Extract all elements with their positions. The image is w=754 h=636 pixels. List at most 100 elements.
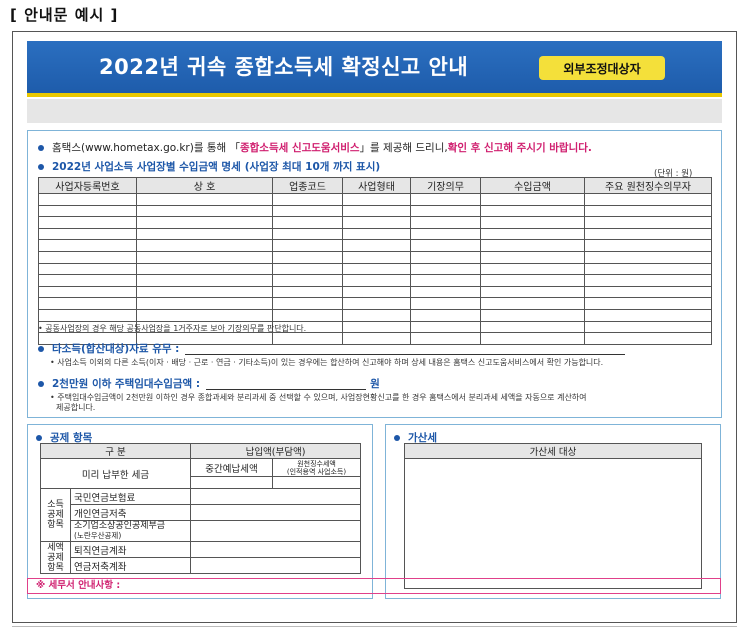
table-cell (272, 250, 343, 264)
table-cell (342, 320, 411, 334)
table-cell (410, 297, 481, 310)
table-row (38, 285, 712, 299)
table-cell (410, 193, 481, 206)
notice-line: 홈택스(www.hometax.go.kr)를 통해 「 종합소득세 신고도움서… (38, 140, 592, 155)
table-cell (342, 227, 411, 241)
table-row (38, 262, 712, 276)
table-cell (342, 285, 411, 299)
table-cell (584, 216, 712, 229)
table-cell (136, 227, 273, 241)
table-cell (480, 193, 585, 206)
table-cell (410, 216, 481, 229)
bullet-icon (38, 144, 44, 151)
withholding-header-sub: (인적용역 사업소득) (286, 467, 347, 476)
tax-item-pension-savings-value (189, 557, 362, 574)
other-income-field (185, 343, 626, 355)
table-cell (272, 227, 343, 241)
table-cell (342, 250, 411, 264)
table-cell (272, 239, 343, 252)
table-cell (136, 239, 273, 252)
column-header: 사업형태 (342, 177, 411, 194)
deduction-category-header: 구 분 (40, 443, 191, 459)
tax-credit-group: 세액 공제 항목 (40, 541, 71, 574)
business-section-heading: 2022년 사업소득 사업장별 수입금액 명세 (사업장 최대 10개 까지 표… (38, 159, 380, 174)
table-cell (38, 204, 137, 218)
tax-item-pension-savings: 연금저축계좌 (70, 557, 191, 574)
withholding-header-text: 원천징수세액 (297, 459, 336, 468)
table-cell (136, 285, 273, 299)
income-item-small-business: 소기업소상공인공제부금 (노란우산공제) (70, 520, 191, 542)
interim-prepayment-header: 중간예납세액 (190, 458, 273, 477)
table-cell (342, 216, 411, 229)
withholding-header: 원천징수세액 (인적용역 사업소득) (271, 458, 362, 477)
column-header: 사업자등록번호 (38, 177, 137, 194)
deduction-box: 공제 항목 구 분 납입액(부담액) 미리 납부한 세금 중간예납세액 원천징수… (27, 424, 373, 599)
income-item-small-business-value (189, 520, 362, 542)
table-cell (410, 262, 481, 276)
rental-income-field (206, 378, 367, 390)
table-cell (584, 297, 712, 310)
other-income-line: 타소득(합산대상)자료 유무 : (38, 341, 626, 356)
table-cell (342, 193, 411, 206)
bullet-icon (38, 163, 44, 170)
table-cell (410, 227, 481, 241)
other-income-label: 타소득(합산대상)자료 유무 : (52, 343, 180, 355)
business-income-table: 사업자등록번호 상 호 업종코드 사업형태 기장의무 수입금액 주요 원천징수의무자 (38, 177, 712, 345)
penalty-table: 가산세 대상 (404, 443, 702, 589)
table-cell (410, 274, 481, 287)
table-cell (584, 204, 712, 218)
table-header-row: 사업자등록번호 상 호 업종코드 사업형태 기장의무 수입금액 주요 원천징수의무자 (38, 177, 712, 194)
rental-income-note: • 주택임대수입금액이 2천만원 이하인 경우 종합과세와 분리과세 중 선택할… (50, 393, 587, 402)
column-header: 상 호 (136, 177, 273, 194)
table-cell (480, 297, 585, 310)
table-row (38, 193, 712, 206)
taxpayer-info-bar (27, 99, 722, 123)
table-cell (38, 239, 137, 252)
table-cell (584, 320, 712, 334)
table-cell (342, 204, 411, 218)
rental-income-note-cont: 제공합니다. (56, 403, 96, 412)
table-cell (584, 239, 712, 252)
business-section-title: 2022년 사업소득 사업장별 수입금액 명세 (52, 161, 241, 173)
income-details-box: 홈택스(www.hometax.go.kr)를 통해 「 종합소득세 신고도움서… (27, 130, 722, 418)
table-cell (480, 227, 585, 241)
tax-office-notice-bar: ※ 세무서 안내사항 : (27, 578, 721, 594)
income-item-pension-value (189, 488, 362, 505)
header-band: 2022년 귀속 종합소득세 확정신고 안내 외부조정대상자 (27, 41, 722, 97)
income-item-personal-pension: 개인연금저축 (70, 504, 191, 521)
bullet-icon (38, 380, 44, 387)
bullet-icon (36, 434, 42, 441)
withholding-value (271, 476, 362, 489)
deduction-paid-header: 납입액(부담액) (189, 443, 362, 459)
interim-prepayment-value (190, 476, 273, 489)
bullet-icon (38, 345, 44, 352)
table-cell (342, 262, 411, 276)
table-cell (480, 320, 585, 334)
income-item-small-business-sub: (노란우산공제) (74, 531, 122, 540)
rental-income-unit: 원 (370, 378, 380, 390)
table-cell (136, 204, 273, 218)
table-cell (480, 274, 585, 287)
table-cell (584, 193, 712, 206)
deduction-table: 구 분 납입액(부담액) 미리 납부한 세금 중간예납세액 원천징수세액 (인적… (40, 443, 362, 574)
table-cell (272, 193, 343, 206)
tax-notice-sheet: 2022년 귀속 종합소득세 확정신고 안내 외부조정대상자 홈택스(www.h… (12, 31, 737, 623)
income-item-personal-pension-value (189, 504, 362, 521)
other-income-note: • 사업소득 이외의 다른 소득(이자 · 배당 · 근로 · 연금 · 기타소… (50, 358, 604, 367)
table-cell (136, 250, 273, 264)
table-cell (272, 285, 343, 299)
column-header: 업종코드 (272, 177, 343, 194)
table-row (38, 297, 712, 310)
tax-item-retirement-pension-value (189, 541, 362, 558)
table-cell (136, 274, 273, 287)
table-cell (410, 239, 481, 252)
table-cell (410, 204, 481, 218)
table-cell (584, 285, 712, 299)
table-cell (136, 216, 273, 229)
prepaid-tax-label: 미리 납부한 세금 (40, 458, 191, 489)
notice-middle: 」를 제공해 드리니, (359, 142, 448, 154)
table-row (38, 204, 712, 218)
table-cell (272, 204, 343, 218)
table-row (38, 227, 712, 241)
table-cell (38, 308, 137, 322)
